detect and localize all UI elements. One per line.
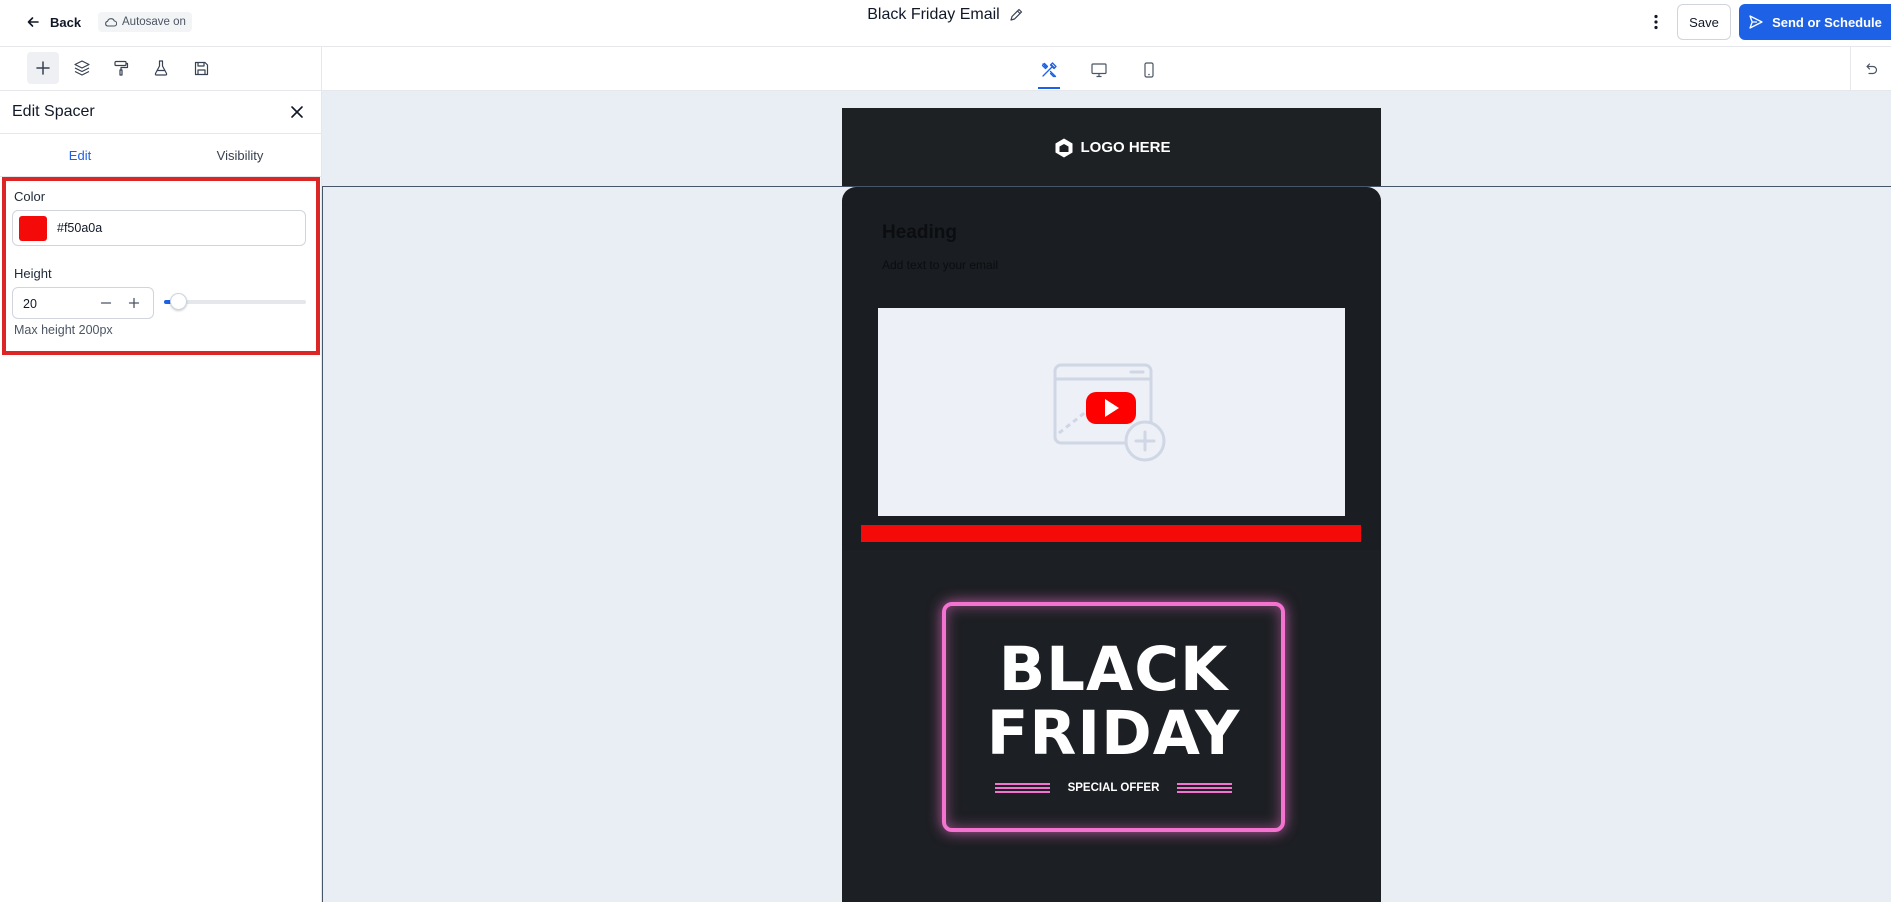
plus-icon xyxy=(36,61,50,75)
save-button[interactable]: Save xyxy=(1677,4,1731,40)
undo-icon xyxy=(1866,63,1878,75)
neon-frame: BLACK FRIDAY SPECIAL OFFER xyxy=(942,602,1285,832)
logo-hexagon-icon xyxy=(1055,138,1073,157)
color-field[interactable]: #f50a0a xyxy=(12,210,306,246)
close-panel-button[interactable] xyxy=(286,101,308,123)
save-template-icon xyxy=(194,61,208,75)
color-label: Color xyxy=(14,189,46,204)
video-placeholder[interactable] xyxy=(878,308,1345,516)
history-tools xyxy=(1850,47,1891,91)
banner-offer-text: SPECIAL OFFER xyxy=(1067,782,1160,794)
logo-text: LOGO HERE xyxy=(1080,139,1171,156)
more-options-button[interactable] xyxy=(1645,10,1667,34)
email-text[interactable]: Add text to your email xyxy=(882,258,998,272)
test-tool[interactable] xyxy=(145,52,177,84)
height-stepper[interactable]: 20 xyxy=(12,287,154,319)
email-header[interactable]: LOGO HERE xyxy=(842,108,1381,187)
video-placeholder-icon xyxy=(1053,363,1166,462)
send-icon xyxy=(1749,15,1763,29)
black-friday-banner[interactable]: BLACK FRIDAY SPECIAL OFFER xyxy=(842,550,1381,902)
banner-line-1: BLACK xyxy=(998,634,1229,705)
desktop-icon xyxy=(1091,63,1107,78)
minus-icon xyxy=(100,302,112,304)
height-label: Height xyxy=(14,266,52,281)
height-slider[interactable] xyxy=(164,293,306,310)
increment-button[interactable] xyxy=(123,292,145,314)
send-label: Send or Schedule xyxy=(1772,14,1882,30)
document-title-text: Black Friday Email xyxy=(867,6,1000,23)
banner-offer: SPECIAL OFFER xyxy=(946,782,1281,794)
layers-tool[interactable] xyxy=(66,52,98,84)
tab-edit[interactable]: Edit xyxy=(0,134,160,177)
editor-canvas: LOGO HERE Heading Add text to your email… xyxy=(322,91,1891,902)
mobile-icon xyxy=(1144,62,1154,78)
neon-stripes-right xyxy=(1177,783,1233,793)
save-template-tool[interactable] xyxy=(185,52,217,84)
panel-tabs: Edit Visibility xyxy=(0,133,321,177)
layers-icon xyxy=(74,60,90,76)
color-value: #f50a0a xyxy=(57,221,103,235)
design-mode-tab[interactable] xyxy=(1034,55,1064,89)
send-or-schedule-button[interactable]: Send or Schedule xyxy=(1739,4,1891,40)
decrement-button[interactable] xyxy=(95,292,117,314)
styles-tool[interactable] xyxy=(105,52,137,84)
banner-line-2: FRIDAY xyxy=(986,698,1241,769)
tab-visibility[interactable]: Visibility xyxy=(160,134,320,177)
edit-spacer-panel: Edit Spacer Edit Visibility Color #f50a0… xyxy=(0,91,322,902)
mobile-preview-tab[interactable] xyxy=(1134,55,1164,85)
editor-toolbar xyxy=(0,47,1891,91)
height-value[interactable]: 20 xyxy=(23,297,37,311)
color-swatch[interactable] xyxy=(19,216,47,241)
email-body: Heading Add text to your email BLACK FRI… xyxy=(842,187,1381,902)
top-bar: Back Autosave on Black Friday Email Save… xyxy=(0,0,1891,47)
paint-roller-icon xyxy=(114,60,129,76)
design-tools-icon xyxy=(1041,62,1057,78)
left-tool-group xyxy=(0,47,322,91)
undo-button[interactable] xyxy=(1856,55,1886,85)
height-hint: Max height 200px xyxy=(14,323,113,337)
desktop-preview-tab[interactable] xyxy=(1084,55,1114,85)
document-title: Black Friday Email xyxy=(0,6,1891,24)
pencil-icon[interactable] xyxy=(1008,7,1024,23)
neon-stripes-left xyxy=(994,783,1050,793)
kebab-menu-icon xyxy=(1654,14,1658,30)
spacer-block[interactable] xyxy=(861,525,1361,542)
plus-icon xyxy=(128,297,140,309)
add-block-tool[interactable] xyxy=(27,52,59,84)
flask-icon xyxy=(154,60,168,76)
panel-title: Edit Spacer xyxy=(12,103,95,120)
email-heading[interactable]: Heading xyxy=(882,222,957,244)
close-icon xyxy=(291,106,303,118)
